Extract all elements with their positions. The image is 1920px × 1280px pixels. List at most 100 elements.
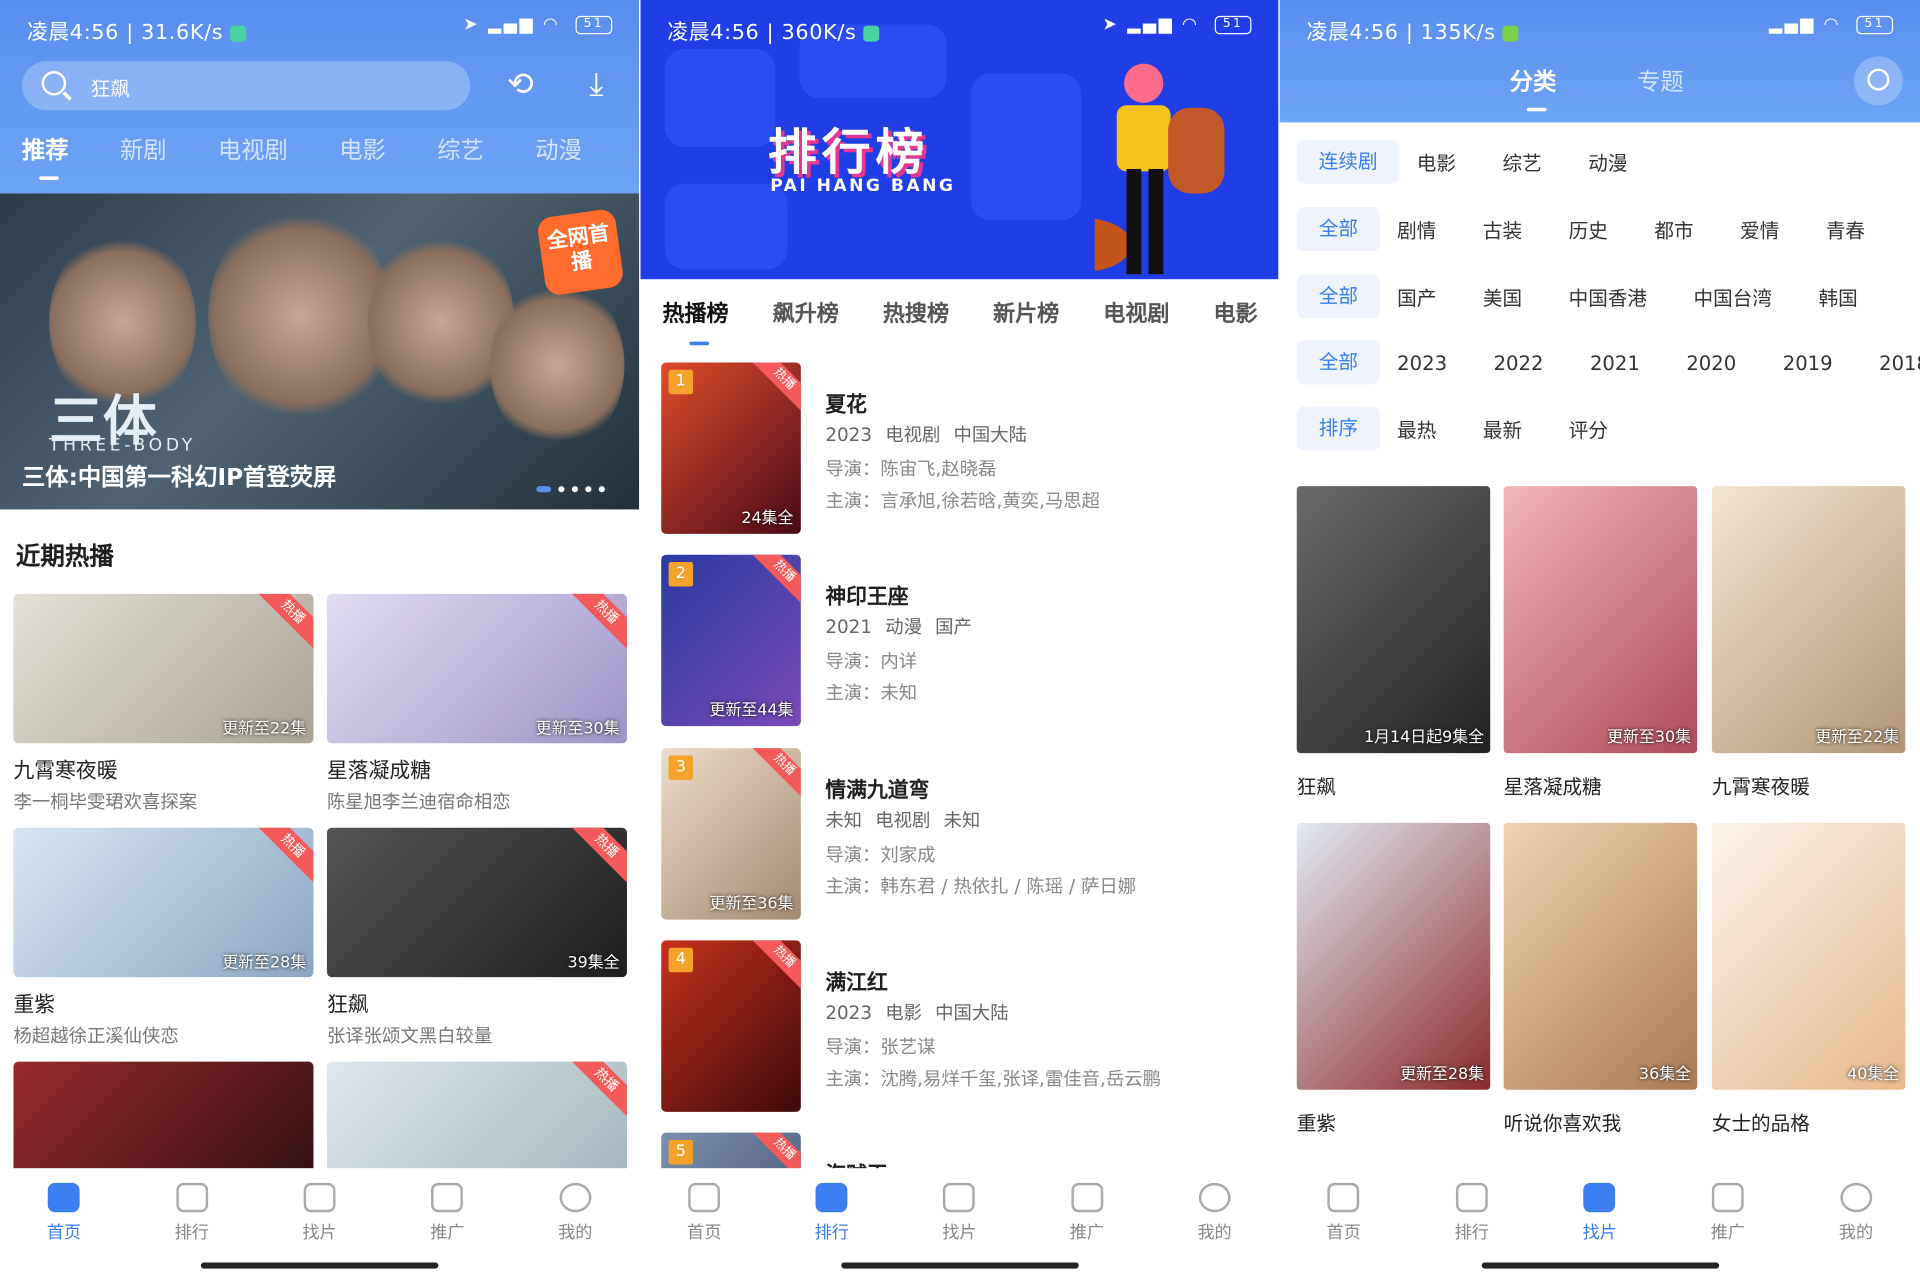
category-header: 凌晨4:56 | 135K/s ▂▄▆ ◠ 51 分类 专题 [1279,0,1920,123]
episode-label: 更新至30集 [1607,728,1692,747]
tab-tv[interactable]: 电视剧 [1103,296,1169,328]
episode-label: 1月14日起9集全 [1363,728,1485,747]
filter-option[interactable]: 2019 [1783,351,1833,374]
nav-label: 找片 [302,1223,337,1243]
show-desc: 张译张颂文黑白较量 [326,1024,493,1047]
filter-option[interactable]: 2018 [1879,351,1920,374]
nav-me[interactable]: 我的 [1819,1182,1892,1280]
app-notify-icon [1502,25,1519,42]
filter-option[interactable]: 2021 [1590,351,1640,374]
home-icon [688,1182,721,1213]
filter-option[interactable]: 2023 [1397,351,1447,374]
tab-anime[interactable]: 动漫 [535,132,582,165]
actor-line: 主演：未知 [825,680,917,706]
filter-option[interactable]: 剧情 [1397,214,1436,243]
show-title: 神印王座 [825,585,909,610]
episode-label: 更新至22集 [222,720,307,739]
filter-option[interactable]: 都市 [1654,214,1693,243]
filter-selected[interactable]: 连续剧 [1296,139,1400,184]
filter-selected[interactable]: 全部 [1296,274,1381,319]
show-card[interactable]: 热播 更新至22集 九霄寒夜暖 李一桐毕雯珺欢喜探案 [13,593,314,814]
rank-number: 3 [668,755,694,781]
filter-option[interactable]: 综艺 [1502,147,1541,176]
grid-card[interactable]: 更新至22集 九霄寒夜暖 [1711,486,1906,799]
filter-option[interactable]: 美国 [1483,282,1522,311]
filter-option[interactable]: 评分 [1569,414,1608,443]
home-indicator [840,1262,1079,1269]
filter-option[interactable]: 青春 [1826,214,1865,243]
show-card[interactable]: 热播 更新至28集 重紫 杨超越徐正溪仙侠恋 [13,827,314,1048]
filter-option[interactable]: 中国香港 [1569,282,1647,311]
filter-option[interactable]: 中国台湾 [1694,282,1772,311]
video-icon [943,1182,976,1213]
filter-option[interactable]: 历史 [1569,214,1608,243]
featured-banner[interactable]: 全网首播 三体 THREE-BODY 三体:中国第一科幻IP首登荧屏 [0,193,640,510]
tab-recommend[interactable]: 推荐 [22,132,69,181]
search-value: 狂飙 [90,77,130,101]
director-value: 张艺谋 [880,1035,936,1058]
tab-tv[interactable]: 电视剧 [218,132,288,165]
ranking-item[interactable]: 2 热播 更新至44集 神印王座 2021 动漫 国产 导演：内详 主演：未知 [661,554,1261,727]
episode-label: 更新至44集 [709,701,794,721]
nav-me[interactable]: 我的 [538,1182,611,1280]
show-title: 重紫 [1296,1111,1336,1136]
filter-option[interactable]: 2022 [1494,351,1544,374]
show-poster: 热播 更新至28集 [13,827,314,978]
filter-selected[interactable]: 排序 [1296,406,1381,451]
home-header: 凌晨4:56 | 31.6K/s ➤ ▂▄▆ ◠ 51 狂飙 ⟲ ⤓ 推荐 新剧… [0,0,640,194]
grid-card[interactable]: 36集全 听说你喜欢我 [1503,822,1698,1136]
filter-selected[interactable]: 全部 [1296,340,1381,385]
grid-card[interactable]: 更新至28集 重紫 [1296,822,1491,1136]
tab-hot[interactable]: 热播榜 [662,296,729,346]
filter-selected[interactable]: 全部 [1296,206,1381,252]
director-label: 导演： [825,843,881,866]
filter-option[interactable]: 最热 [1397,414,1436,443]
actor-value: 未知 [880,682,918,705]
search-icon [41,71,67,96]
show-title: 满江红 [825,971,888,996]
nav-home[interactable]: 首页 [27,1182,100,1280]
ranking-item[interactable]: 3 热播 更新至36集 情满九道弯 未知 电视剧 未知 导演：刘家成 主演：韩东君 … [661,748,1261,920]
nav-home[interactable]: 首页 [667,1182,740,1280]
filter-option[interactable]: 最新 [1483,414,1522,443]
nav-label: 我的 [558,1223,593,1243]
show-title: 听说你喜欢我 [1503,1111,1622,1136]
search-icon[interactable] [1853,56,1903,106]
filter-row-type: 连续剧 电影 综艺 动漫 [1296,139,1674,184]
tab-variety[interactable]: 综艺 [437,132,484,165]
status-bar: 凌晨4:56 | 135K/s ▂▄▆ ◠ 51 [1280,0,1920,51]
tab-new[interactable]: 新片榜 [993,296,1059,328]
ranking-item[interactable]: 1 热播 24集全 夏花 2023 电视剧 中国大陆 导演：陈宙飞,赵晓磊 主演：言… [661,362,1261,534]
tab-topic[interactable]: 专题 [1637,64,1684,97]
grid-card[interactable]: 1月14日起9集全 狂飙 [1296,486,1491,799]
history-icon[interactable]: ⟲ [500,64,542,106]
tab-movie[interactable]: 电影 [1213,296,1257,328]
show-card[interactable]: 热播 更新至30集 星落凝成糖 陈星旭李兰迪宿命相恋 [326,593,627,814]
filter-option[interactable]: 古装 [1483,214,1522,243]
app-notify-icon [863,25,880,42]
carousel-dots [536,486,605,493]
filter-option[interactable]: 2020 [1686,351,1736,374]
tab-movie[interactable]: 电影 [339,132,386,165]
filter-option[interactable]: 电影 [1417,147,1456,176]
grid-card[interactable]: 40集全 女士的品格 [1711,822,1906,1136]
user-icon [1198,1182,1231,1213]
show-card[interactable]: 热播 39集全 狂飙 张译张颂文黑白较量 [326,827,627,1048]
download-icon[interactable]: ⤓ [576,64,618,106]
show-title: 星落凝成糖 [1503,775,1602,799]
filter-option[interactable]: 动漫 [1588,147,1627,176]
grid-card[interactable]: 更新至30集 星落凝成糖 [1503,486,1698,799]
tab-rising[interactable]: 飙升榜 [773,296,839,328]
tab-new-drama[interactable]: 新剧 [120,132,167,165]
tab-category[interactable]: 分类 [1510,64,1556,112]
search-input[interactable]: 狂飙 [22,61,471,111]
ranking-item[interactable]: 4 热播 满江红 2023 电影 中国大陆 导演：张艺谋 主演：沈腾,易烊千玺,张… [661,940,1261,1112]
nav-home[interactable]: 首页 [1307,1182,1380,1280]
hot-badge: 热播 [749,940,801,993]
tab-search[interactable]: 热搜榜 [883,296,949,328]
filter-option[interactable]: 国产 [1397,282,1436,311]
nav-label: 推广 [430,1223,465,1243]
filter-option[interactable]: 爱情 [1740,214,1779,243]
filter-option[interactable]: 韩国 [1818,282,1857,311]
nav-me[interactable]: 我的 [1178,1182,1251,1280]
